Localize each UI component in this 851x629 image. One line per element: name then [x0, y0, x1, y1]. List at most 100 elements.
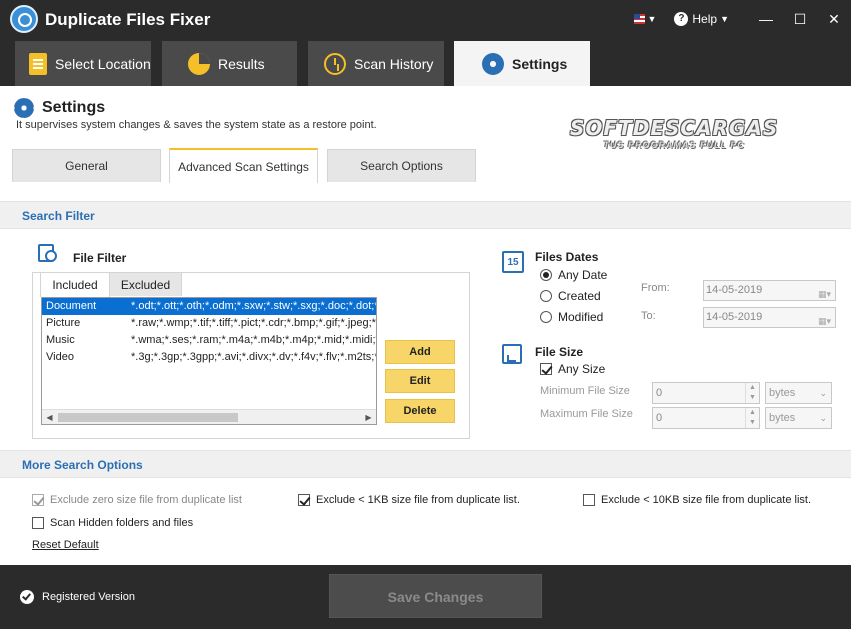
- decrement-icon[interactable]: ▼: [745, 418, 759, 428]
- tab-included[interactable]: Included: [40, 272, 110, 297]
- search-filter-header: Search Filter: [0, 201, 851, 229]
- file-search-icon: [38, 244, 58, 264]
- checkbox-label: Scan Hidden folders and files: [50, 517, 194, 529]
- close-button[interactable]: ✕: [817, 0, 851, 38]
- maximize-button[interactable]: ☐: [783, 0, 817, 38]
- to-date-field[interactable]: 14-05-2019 ▦▾: [703, 307, 836, 328]
- radio-button[interactable]: [540, 311, 552, 323]
- file-type-extensions: *.odt;*.ott;*.oth;*.odm;*.sxw;*.stw;*.sx…: [131, 300, 376, 312]
- checkbox[interactable]: [32, 517, 44, 529]
- check-circle-icon: [20, 590, 34, 604]
- main-tab-bar: Select Location Results Scan History Set…: [0, 38, 851, 86]
- page-title: Settings: [42, 99, 106, 116]
- file-type-name: Music: [46, 334, 75, 346]
- tab-results[interactable]: Results: [162, 41, 297, 86]
- min-size-stepper[interactable]: 0 ▲ ▼: [652, 382, 760, 404]
- exclude-10kb-checkbox[interactable]: Exclude < 10KB size file from duplicate …: [583, 494, 811, 506]
- min-size-unit-select[interactable]: bytes ⌄: [765, 382, 832, 404]
- reset-default-link[interactable]: Reset Default: [32, 539, 99, 551]
- radio-created[interactable]: Created: [540, 289, 601, 303]
- radio-label: Modified: [558, 310, 604, 324]
- gear-icon: [482, 52, 504, 75]
- checkbox-label: Any Size: [558, 362, 606, 376]
- from-date-field[interactable]: 14-05-2019 ▦▾: [703, 280, 836, 301]
- file-type-extensions: *.raw;*.wmp;*.tif;*.tiff;*.pict;*.cdr;*.…: [131, 317, 376, 329]
- checkbox[interactable]: [32, 494, 44, 506]
- file-type-list[interactable]: Document *.odt;*.ott;*.oth;*.odm;*.sxw;*…: [41, 297, 377, 425]
- list-item[interactable]: Video *.3g;*.3gp;*.3gpp;*.avi;*.divx;*.d…: [42, 349, 376, 366]
- gear-icon: [14, 98, 34, 118]
- from-label: From:: [641, 282, 670, 294]
- list-item[interactable]: Document *.odt;*.ott;*.oth;*.odm;*.sxw;*…: [42, 298, 376, 315]
- file-size-icon: [502, 344, 522, 364]
- calendar-dropdown-icon[interactable]: ▦▾: [818, 312, 831, 331]
- chevron-down-icon: ▼: [720, 14, 729, 24]
- save-changes-button[interactable]: Save Changes: [329, 574, 542, 618]
- chevron-down-icon: ⌄: [819, 413, 827, 423]
- increment-icon[interactable]: ▲: [745, 408, 759, 418]
- tab-label: Scan History: [354, 55, 434, 72]
- decrement-icon[interactable]: ▼: [745, 393, 759, 403]
- title-bar-controls: ▼ ? Help ▼ — ☐ ✕: [634, 0, 851, 38]
- page-subtitle: It supervises system changes & saves the…: [16, 119, 377, 131]
- title-bar: Duplicate Files Fixer ▼ ? Help ▼ — ☐ ✕: [0, 0, 851, 38]
- watermark: SOFTDESCARGAS TUS PROGRAMAS FULL PC: [570, 116, 778, 150]
- file-filter-label: File Filter: [73, 251, 127, 265]
- tab-excluded[interactable]: Excluded: [109, 272, 182, 296]
- radio-label: Created: [558, 289, 601, 303]
- exclude-1kb-checkbox[interactable]: Exclude < 1KB size file from duplicate l…: [298, 494, 520, 506]
- minimize-button[interactable]: —: [749, 0, 783, 38]
- file-type-name: Document: [46, 300, 97, 312]
- tab-general[interactable]: General: [12, 149, 161, 182]
- calendar-dropdown-icon[interactable]: ▦▾: [818, 285, 831, 304]
- tab-settings[interactable]: Settings: [454, 41, 590, 86]
- list-item[interactable]: Music *.wma;*.ses;*.ram;*.m4a;*.m4b;*.m4…: [42, 332, 376, 349]
- tab-advanced-scan-settings[interactable]: Advanced Scan Settings: [169, 148, 318, 183]
- checkbox[interactable]: [540, 363, 552, 375]
- radio-button[interactable]: [540, 269, 552, 281]
- app-logo-icon: [10, 5, 38, 33]
- checkbox-label: Exclude zero size file from duplicate li…: [50, 494, 242, 506]
- edit-button[interactable]: Edit: [385, 369, 455, 393]
- unit-value: bytes: [769, 387, 796, 399]
- scroll-right-icon[interactable]: ▶: [361, 410, 376, 424]
- tab-label: Settings: [512, 55, 568, 72]
- more-search-options-header: More Search Options: [0, 450, 851, 478]
- horizontal-scrollbar[interactable]: ◀ ▶: [42, 409, 376, 424]
- radio-any-date[interactable]: Any Date: [540, 268, 607, 282]
- checkbox[interactable]: [583, 494, 595, 506]
- tab-scan-history[interactable]: Scan History: [308, 41, 444, 86]
- add-button[interactable]: Add: [385, 340, 455, 364]
- scroll-left-icon[interactable]: ◀: [42, 410, 57, 424]
- scrollbar-thumb[interactable]: [58, 413, 238, 422]
- settings-header: Settings: [14, 98, 105, 118]
- radio-button[interactable]: [540, 290, 552, 302]
- delete-button[interactable]: Delete: [385, 399, 455, 423]
- to-date-value: 14-05-2019: [706, 311, 763, 323]
- watermark-title: SOFTDESCARGAS: [570, 116, 779, 140]
- document-icon: [29, 52, 47, 75]
- tab-search-options[interactable]: Search Options: [327, 149, 476, 182]
- tab-label: Select Location: [55, 55, 151, 72]
- max-size-stepper[interactable]: 0 ▲ ▼: [652, 407, 760, 429]
- app-title: Duplicate Files Fixer: [45, 10, 211, 29]
- file-type-name: Picture: [46, 317, 81, 329]
- exclude-zero-size-checkbox[interactable]: Exclude zero size file from duplicate li…: [32, 494, 242, 506]
- language-selector[interactable]: ▼: [634, 12, 656, 26]
- checkbox-label: Exclude < 1KB size file from duplicate l…: [316, 494, 520, 506]
- scan-hidden-checkbox[interactable]: Scan Hidden folders and files: [32, 517, 193, 529]
- increment-icon[interactable]: ▲: [745, 383, 759, 393]
- tab-select-location[interactable]: Select Location: [15, 41, 151, 86]
- help-label: Help: [692, 12, 718, 26]
- calendar-icon: 15: [502, 251, 524, 273]
- radio-modified[interactable]: Modified: [540, 310, 603, 324]
- any-size-checkbox[interactable]: Any Size: [540, 362, 605, 376]
- min-size-value: 0: [656, 387, 663, 399]
- radio-label: Any Date: [558, 268, 608, 282]
- max-size-unit-select[interactable]: bytes ⌄: [765, 407, 832, 429]
- file-size-label: File Size: [535, 345, 584, 359]
- checkbox[interactable]: [298, 494, 310, 506]
- help-button[interactable]: ? Help ▼: [674, 12, 729, 26]
- list-item[interactable]: Picture *.raw;*.wmp;*.tif;*.tiff;*.pict;…: [42, 315, 376, 332]
- question-icon: ?: [674, 12, 689, 26]
